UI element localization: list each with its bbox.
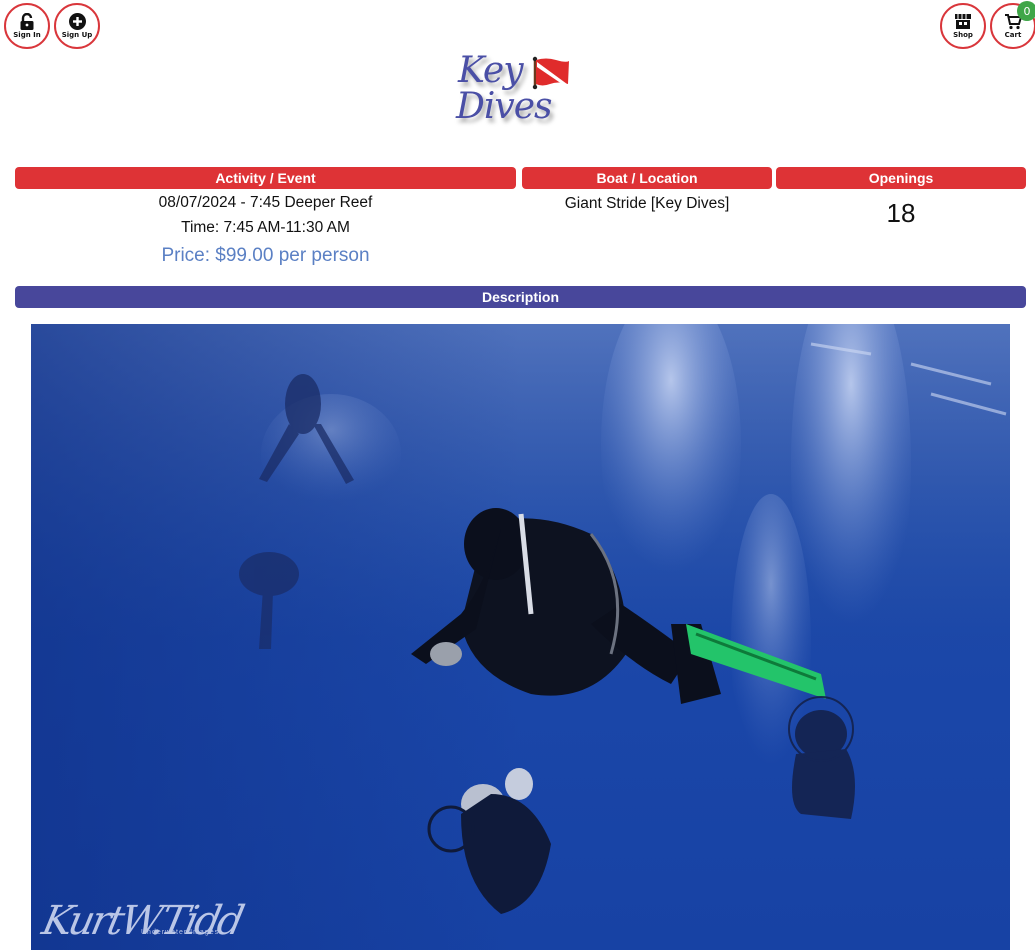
unlock-icon — [20, 13, 34, 30]
boat-location-value: Giant Stride [Key Dives] — [564, 195, 730, 212]
dive-flag-icon — [532, 56, 569, 90]
plus-circle-icon — [68, 13, 86, 30]
photographer-watermark: KurtW.Tidd Underwater Images — [38, 898, 245, 944]
sign-in-button[interactable]: Sign In — [4, 3, 50, 49]
activity-title: 08/07/2024 - 7:45 Deeper Reef — [158, 194, 373, 211]
logo-text-dives: Dives — [456, 86, 552, 127]
shop-button[interactable]: Shop — [940, 3, 986, 49]
description-header: Description — [15, 286, 1026, 308]
dive-photo-illustration — [31, 324, 1010, 950]
sign-in-label: Sign In — [13, 31, 41, 39]
cart-count-badge: 0 — [1017, 1, 1035, 21]
logo-text-key: Key — [458, 50, 524, 91]
key-dives-logo[interactable]: Key Dives — [452, 50, 582, 140]
activity-time: Time: 7:45 AM-11:30 AM — [181, 219, 350, 236]
cart-label: Cart — [1004, 31, 1022, 39]
sign-up-button[interactable]: Sign Up — [54, 3, 100, 49]
watermark-name: KurtW.Tidd — [38, 898, 246, 944]
openings-value: 18 — [886, 198, 916, 228]
activity-price: Price: $99.00 per person — [161, 245, 370, 266]
storefront-icon — [955, 14, 971, 29]
dive-photo: KurtW.Tidd Underwater Images — [31, 324, 1010, 950]
cart-button[interactable]: Cart 0 — [990, 1, 1035, 49]
activity-event-header: Activity / Event — [15, 167, 516, 189]
openings-header: Openings — [776, 167, 1026, 189]
shop-label: Shop — [953, 31, 973, 39]
watermark-subtitle: Underwater Images — [141, 929, 220, 936]
boat-location-header: Boat / Location — [522, 167, 772, 189]
sign-up-label: Sign Up — [61, 31, 93, 39]
